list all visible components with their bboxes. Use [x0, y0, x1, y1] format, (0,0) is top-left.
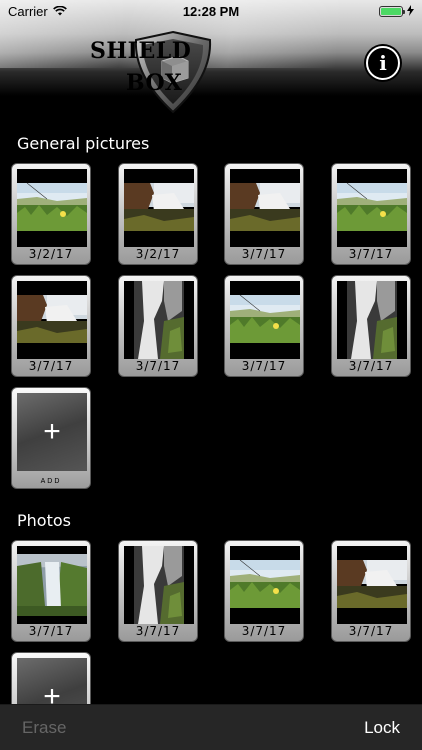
add-photo-button[interactable]: +ADD: [11, 652, 91, 704]
info-button[interactable]: i: [366, 46, 400, 80]
photo-date: 3/7/17: [241, 624, 287, 638]
photo-thumbnail: [17, 281, 87, 359]
photo-date: 3/7/17: [348, 247, 394, 261]
photo-thumbnail: [17, 169, 87, 247]
photo-date: 3/7/17: [135, 624, 181, 638]
photo-tile[interactable]: 3/7/17: [11, 540, 91, 642]
logo-text-shield: SHIELD: [90, 38, 192, 64]
photo-tile[interactable]: 3/2/17: [11, 163, 91, 265]
photo-tile[interactable]: 3/7/17: [224, 275, 304, 377]
photo-date: 3/7/17: [28, 359, 74, 373]
photo-tile[interactable]: 3/2/17: [118, 163, 198, 265]
gallery-content[interactable]: General pictures 3/2/17 3/2/17 3/7/17 3/7/1…: [0, 96, 422, 704]
photo-thumbnail: [230, 546, 300, 624]
photo-tile[interactable]: 3/7/17: [224, 540, 304, 642]
photo-thumbnail: [337, 281, 407, 359]
status-left: Carrier: [8, 4, 67, 19]
photo-thumbnail: [337, 169, 407, 247]
plus-icon: +: [17, 393, 87, 471]
add-photo-button[interactable]: + ADD: [11, 387, 91, 489]
carrier-label: Carrier: [8, 3, 48, 19]
logo-text-box: BOX: [126, 70, 183, 96]
photo-date: 3/7/17: [241, 247, 287, 261]
photo-date: 3/7/17: [348, 359, 394, 373]
photo-tile[interactable]: 3/7/17: [331, 540, 411, 642]
photo-date: 3/2/17: [135, 247, 181, 261]
erase-button[interactable]: Erase: [22, 718, 66, 738]
bottom-toolbar: Erase Lock: [0, 704, 422, 750]
photo-tile[interactable]: 3/7/17: [11, 275, 91, 377]
photo-date: 3/7/17: [28, 624, 74, 638]
photo-thumbnail: [17, 546, 87, 624]
photo-thumbnail: [337, 546, 407, 624]
photo-tile[interactable]: 3/7/17: [331, 163, 411, 265]
charging-icon: [407, 4, 414, 19]
section-title-general: General pictures: [17, 134, 150, 153]
photo-date: 3/2/17: [28, 247, 74, 261]
photo-thumbnail: [230, 281, 300, 359]
photo-thumbnail: [124, 281, 194, 359]
photo-thumbnail: [230, 169, 300, 247]
photo-tile[interactable]: 3/7/17: [331, 275, 411, 377]
section-title-photos: Photos: [17, 511, 71, 530]
lock-button[interactable]: Lock: [364, 718, 400, 738]
photo-thumbnail: [124, 169, 194, 247]
photo-tile[interactable]: 3/7/17: [224, 163, 304, 265]
photo-date: 3/7/17: [348, 624, 394, 638]
header: Carrier 12:28 PM SHIELD BOX i: [0, 0, 422, 114]
photo-thumbnail: [124, 546, 194, 624]
photo-tile[interactable]: 3/7/17: [118, 540, 198, 642]
status-bar: Carrier 12:28 PM: [0, 0, 422, 22]
photo-date: 3/7/17: [241, 359, 287, 373]
battery-icon: [379, 5, 405, 17]
photo-date: 3/7/17: [135, 359, 181, 373]
photo-tile[interactable]: 3/7/17: [118, 275, 198, 377]
add-label: ADD: [40, 478, 62, 485]
wifi-icon: [52, 4, 67, 19]
status-right: [379, 4, 414, 19]
shieldbox-logo: SHIELD BOX: [88, 26, 258, 116]
plus-icon: +: [17, 658, 87, 704]
